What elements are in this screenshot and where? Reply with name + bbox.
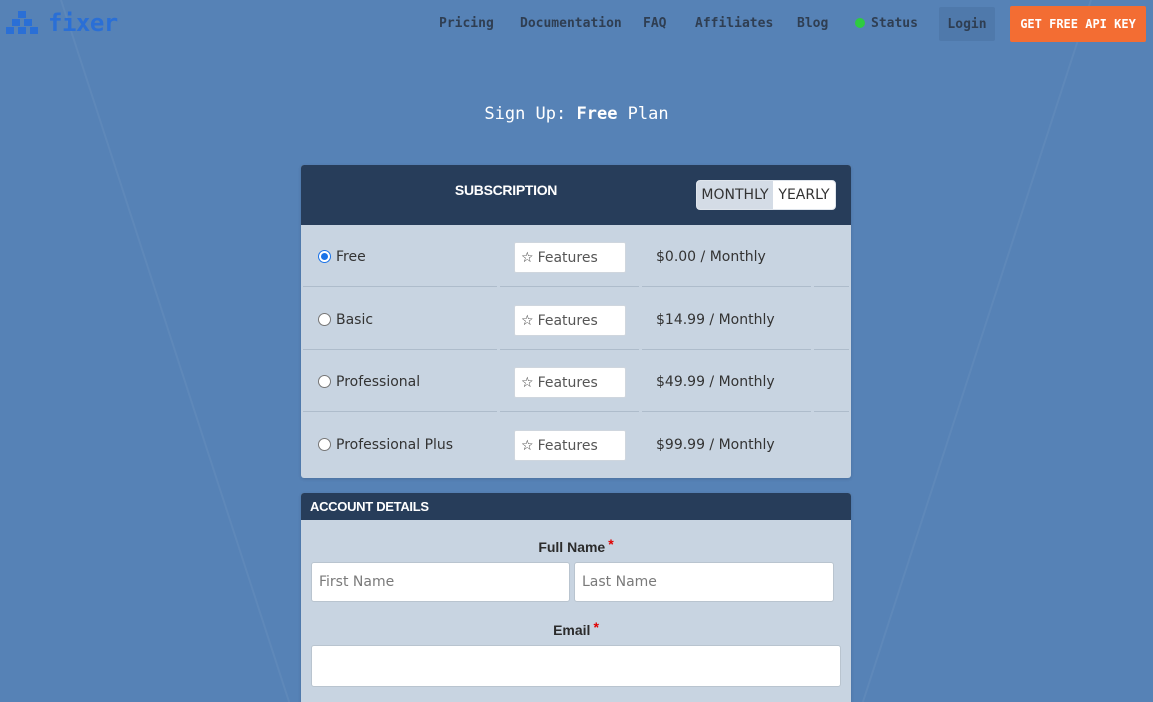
account-details-panel: ACCOUNT DETAILS Full Name* Email* (301, 493, 851, 702)
row-divider (814, 411, 849, 412)
login-button[interactable]: Login (939, 7, 995, 41)
email-label: Email * (301, 619, 851, 638)
page-title-plan: Free (576, 104, 618, 124)
plan-radio-basic[interactable] (318, 313, 331, 326)
plan-row-free: Free ☆ Features $0.00 / Monthly (301, 225, 851, 287)
full-name-label-text: Full Name (538, 539, 606, 555)
row-divider (500, 411, 639, 412)
plan-row-professional-plus: Professional Plus ☆ Features $99.99 / Mon… (301, 413, 851, 475)
subscription-title: SUBSCRIPTION (454, 182, 558, 198)
plan-price: $99.99 / Monthly (656, 437, 775, 453)
email-input[interactable] (311, 645, 841, 687)
status-dot-icon (855, 18, 865, 28)
page-title-suffix: Plan (617, 104, 669, 124)
plan-name: Free (336, 249, 366, 265)
get-free-api-key-button[interactable]: GET FREE API KEY (1010, 6, 1146, 42)
plan-name: Basic (336, 312, 374, 328)
account-details-header: ACCOUNT DETAILS (301, 493, 851, 520)
nav-link-documentation[interactable]: Documentation (520, 16, 622, 31)
toggle-monthly[interactable]: MONTHLY (697, 181, 773, 209)
plan-radio-professional-plus[interactable] (318, 438, 331, 451)
page-title-prefix: Sign Up: (484, 104, 577, 124)
subscription-header: SUBSCRIPTION MONTHLY YEARLY (301, 165, 851, 225)
nav-link-status[interactable]: Status (855, 16, 918, 31)
billing-period-toggle: MONTHLY YEARLY (696, 180, 836, 210)
plan-row-professional: Professional ☆ Features $49.99 / Monthly (301, 350, 851, 412)
plan-radio-free[interactable] (318, 250, 331, 263)
plan-price: $49.99 / Monthly (656, 374, 775, 390)
features-label: Features (537, 249, 598, 266)
nav-link-affiliates[interactable]: Affiliates (695, 16, 773, 31)
plan-price: $0.00 / Monthly (656, 249, 766, 265)
features-button[interactable]: ☆ Features (514, 242, 626, 273)
features-button[interactable]: ☆ Features (514, 305, 626, 336)
plan-price: $14.99 / Monthly (656, 312, 775, 328)
required-mark: * (593, 619, 599, 635)
page-title: Sign Up: Free Plan (0, 104, 1153, 124)
star-outline-icon: ☆ (521, 374, 534, 391)
row-divider (642, 286, 811, 287)
status-label: Status (871, 16, 918, 31)
features-label: Features (537, 437, 598, 454)
star-outline-icon: ☆ (521, 312, 534, 329)
toggle-yearly[interactable]: YEARLY (773, 181, 835, 209)
row-divider (303, 286, 497, 287)
site-header: fixer Pricing Documentation FAQ Affiliat… (0, 0, 1153, 48)
full-name-label: Full Name * (301, 536, 851, 555)
features-button[interactable]: ☆ Features (514, 430, 626, 461)
subscription-panel: SUBSCRIPTION MONTHLY YEARLY Free ☆ Featur… (301, 165, 851, 478)
nav-link-pricing[interactable]: Pricing (439, 16, 494, 31)
features-button[interactable]: ☆ Features (514, 367, 626, 398)
row-divider (303, 411, 497, 412)
features-label: Features (537, 374, 598, 391)
plan-name: Professional Plus (336, 437, 454, 453)
required-mark: * (608, 536, 614, 552)
star-outline-icon: ☆ (521, 249, 534, 266)
last-name-input[interactable] (574, 562, 834, 602)
star-outline-icon: ☆ (521, 437, 534, 454)
plan-row-basic: Basic ☆ Features $14.99 / Monthly (301, 288, 851, 350)
nav-link-blog[interactable]: Blog (797, 16, 828, 31)
first-name-input[interactable] (311, 562, 570, 602)
row-divider (500, 286, 639, 287)
main-nav: Pricing Documentation FAQ Affiliates Blo… (0, 0, 1153, 48)
row-divider (642, 411, 811, 412)
plan-radio-professional[interactable] (318, 375, 331, 388)
features-label: Features (537, 312, 598, 329)
plan-name: Professional (336, 374, 421, 390)
nav-link-faq[interactable]: FAQ (643, 16, 666, 31)
email-label-text: Email (553, 622, 591, 638)
row-divider (814, 286, 849, 287)
